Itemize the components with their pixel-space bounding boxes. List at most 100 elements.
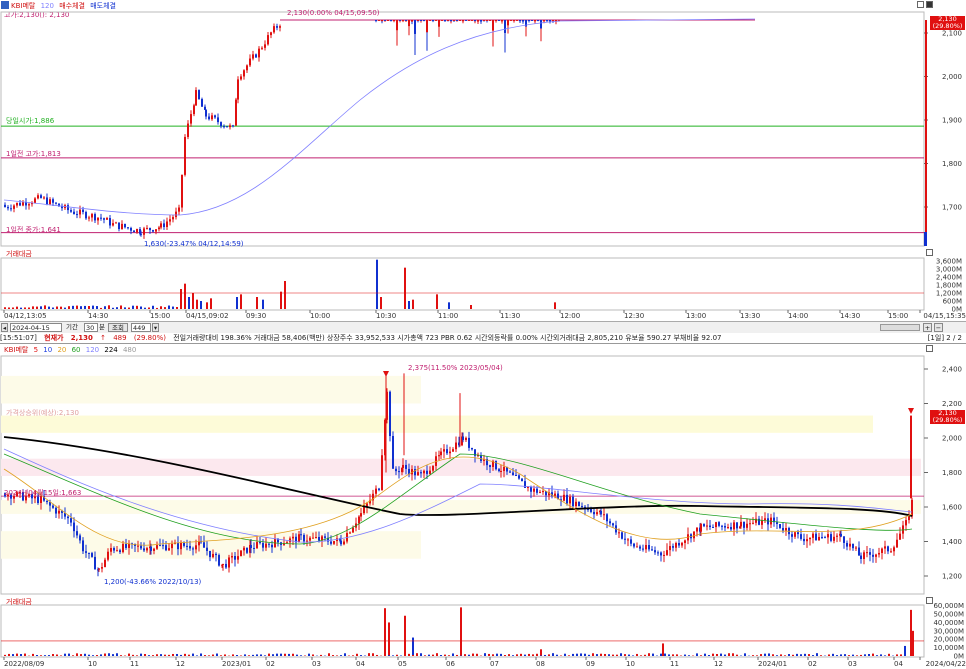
period-input[interactable]: 30 [84,323,98,332]
daily-candle-body [405,464,407,469]
daily-volume-bar [208,655,210,656]
daily-candle-body [539,491,541,493]
date-input[interactable]: 2024-04-15 [10,323,62,332]
candle-body [163,223,165,228]
daily-candle-body [104,559,106,568]
price-area-frame [0,11,925,247]
daily-candle-body [639,546,641,549]
daily-candle-body [860,555,862,559]
daily-volume-bar [672,654,674,656]
volume-bar [44,305,46,309]
candle-body [7,207,9,209]
daily-volume-bar [104,653,106,656]
daily-candle-body [518,475,520,479]
count-input[interactable]: 449 [131,323,151,332]
volume-bar [554,302,556,309]
daily-volume-bar [768,653,770,656]
daily-volume-bar [520,653,522,656]
candle-body [187,123,189,137]
daily-candle-body [636,546,638,548]
date-axis-label: 10 [88,660,97,668]
candle-body [453,19,455,21]
volume-bar [152,305,154,309]
daily-candle-body [663,554,665,556]
volume-bar [100,307,102,309]
nav-left-button[interactable]: ◂ [1,323,8,332]
daily-volume-bar [804,653,806,656]
count-spin-icon[interactable]: ▾ [152,323,159,332]
daily-volume-bar [292,653,294,656]
daily-volume-bar [16,653,18,656]
daily-candle-body [46,500,48,503]
daily-volume-bar [196,655,198,656]
daily-price-axis-label: 2,400 [942,366,962,374]
daily-candle-body [606,514,608,522]
daily-candle-body [893,547,895,552]
daily-candle-body [855,547,857,549]
daily-candle-body [833,536,835,541]
time-axis-label: 13:00 [686,312,706,320]
daily-volume-bar [528,653,530,656]
daily-volume-bar [624,654,626,656]
candle-body [498,19,500,21]
volume-bar [164,307,166,309]
candle-body [543,19,545,22]
daily-volume-bar [836,655,838,656]
volume-axis-label: 1,200M [936,290,962,298]
daily-candle-body [243,547,245,551]
date-axis-label: 02 [266,660,275,668]
daily-candle-body [177,542,179,550]
candle-body [468,19,470,21]
daily-price-chart: 2,400 2,200 2,000 1,800 1,600 1,400 1,200 60,00… [0,355,966,668]
daily-volume-bar [548,654,550,656]
daily-volume-bar [36,655,38,656]
daily-volume-bar [608,654,610,656]
daily-candle-body [231,556,233,558]
pager[interactable]: [1일] 2 / 2 [928,333,962,343]
bottom-volume-close-icon[interactable] [926,597,933,604]
scrollbar-track[interactable] [880,324,920,331]
daily-volume-bar [780,654,782,656]
lookup-button[interactable]: 조회 [108,323,128,332]
candle-body [411,19,413,22]
zoom-out-button[interactable]: − [934,323,943,332]
candle-body [528,19,530,21]
volume-bar [404,267,406,309]
candle-body [417,19,419,21]
current-move-base [924,232,927,246]
volume-bar [64,307,66,309]
daily-candle-body [896,539,898,548]
daily-candle-body [884,546,886,549]
daily-candle-body [806,539,808,542]
candle-body [396,19,398,31]
daily-candle-body [785,528,787,531]
candle-body [432,19,434,21]
daily-candle-body [440,451,442,456]
daily-candle-body [836,535,838,537]
daily-candle-body [669,546,671,551]
daily-candle-body [256,542,258,549]
daily-candle-body [633,543,635,547]
daily-volume-axis-label: 50,000M [933,611,964,619]
daily-candle-body [98,568,100,570]
daily-volume-bar [576,653,578,656]
daily-candle-body [423,470,425,474]
daily-volume-bar [60,655,62,656]
zoom-in-button[interactable]: + [923,323,932,332]
daily-candle-body [818,536,820,541]
daily-candle-body [630,539,632,544]
bottom-peak-annotation: 2,375(11.50% 2023/05/04) [408,364,503,372]
price-axis-label: 1,800 [942,160,962,168]
date-axis-label: 03 [848,660,857,668]
daily-candle-body [259,542,261,544]
price-axis-label: 2,000 [942,73,962,81]
daily-candle-body [250,545,252,548]
daily-candle-body [718,522,720,526]
daily-volume-bar [604,653,606,656]
date-axis-label: 12 [714,660,723,668]
price-axis-label: 1,900 [942,117,962,125]
volume-close-icon[interactable] [926,249,933,256]
daily-candle-body [648,545,650,550]
daily-candle-body [727,527,729,529]
candle-body [79,209,81,215]
